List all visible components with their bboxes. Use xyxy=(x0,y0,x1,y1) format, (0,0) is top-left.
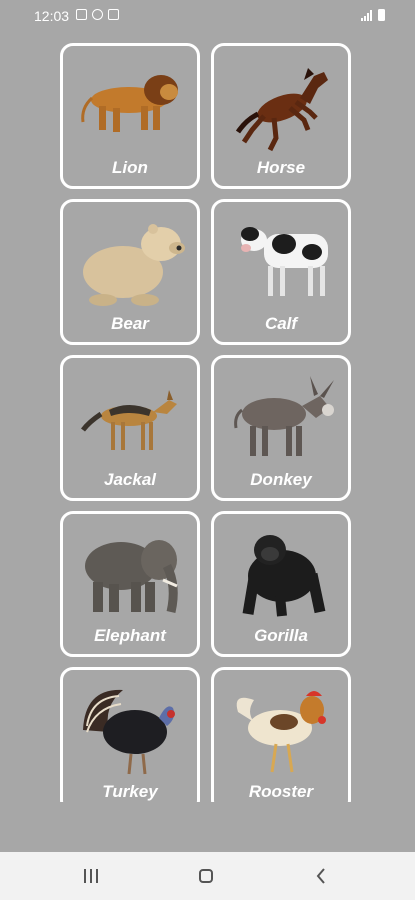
recents-icon[interactable] xyxy=(84,869,98,883)
battery-icon xyxy=(378,9,385,21)
animal-card-horse[interactable]: Horse xyxy=(211,43,351,189)
card-label: Jackal xyxy=(104,470,156,489)
navigation-bar xyxy=(0,852,415,900)
bear-image xyxy=(83,224,185,306)
turkey-image xyxy=(83,689,175,775)
animal-card-turkey[interactable]: Turkey xyxy=(60,667,200,802)
card-label: Elephant xyxy=(94,626,166,645)
back-icon[interactable] xyxy=(314,866,328,886)
card-label: Rooster xyxy=(248,782,314,801)
calf-image xyxy=(241,227,328,296)
gallery-icon xyxy=(76,9,87,20)
status-bar: 12:03 xyxy=(0,0,415,30)
horse-image xyxy=(235,68,328,152)
animal-card-jackal[interactable]: Jackal xyxy=(60,355,200,501)
card-label: Gorilla xyxy=(254,626,308,645)
card-label: Calf xyxy=(264,314,298,333)
animal-card-lion[interactable]: Lion xyxy=(60,43,200,189)
status-time: 12:03 xyxy=(34,8,70,24)
card-label: Donkey xyxy=(250,470,312,489)
signal-icon xyxy=(361,9,373,21)
home-icon[interactable] xyxy=(199,869,213,883)
elephant-image xyxy=(85,540,178,614)
animal-card-calf[interactable]: Calf xyxy=(211,199,351,345)
rooster-image xyxy=(236,691,326,773)
app-icon xyxy=(108,9,119,20)
gorilla-image xyxy=(242,535,326,617)
donkey-image xyxy=(234,376,334,456)
animal-card-bear[interactable]: Bear xyxy=(60,199,200,345)
animal-card-rooster[interactable]: Rooster xyxy=(211,667,351,802)
animal-card-elephant[interactable]: Elephant xyxy=(60,511,200,657)
lion-image xyxy=(81,75,178,132)
android-icon xyxy=(92,9,103,20)
jackal-image xyxy=(81,390,177,450)
card-label: Lion xyxy=(112,158,148,177)
card-label: Horse xyxy=(256,158,306,177)
card-label: Bear xyxy=(111,314,149,333)
animal-grid: Lion Horse Bear Calf Jackal Donkey Eleph… xyxy=(0,30,415,802)
animal-card-gorilla[interactable]: Gorilla xyxy=(211,511,351,657)
animal-card-donkey[interactable]: Donkey xyxy=(211,355,351,501)
card-label: Turkey xyxy=(102,782,158,801)
